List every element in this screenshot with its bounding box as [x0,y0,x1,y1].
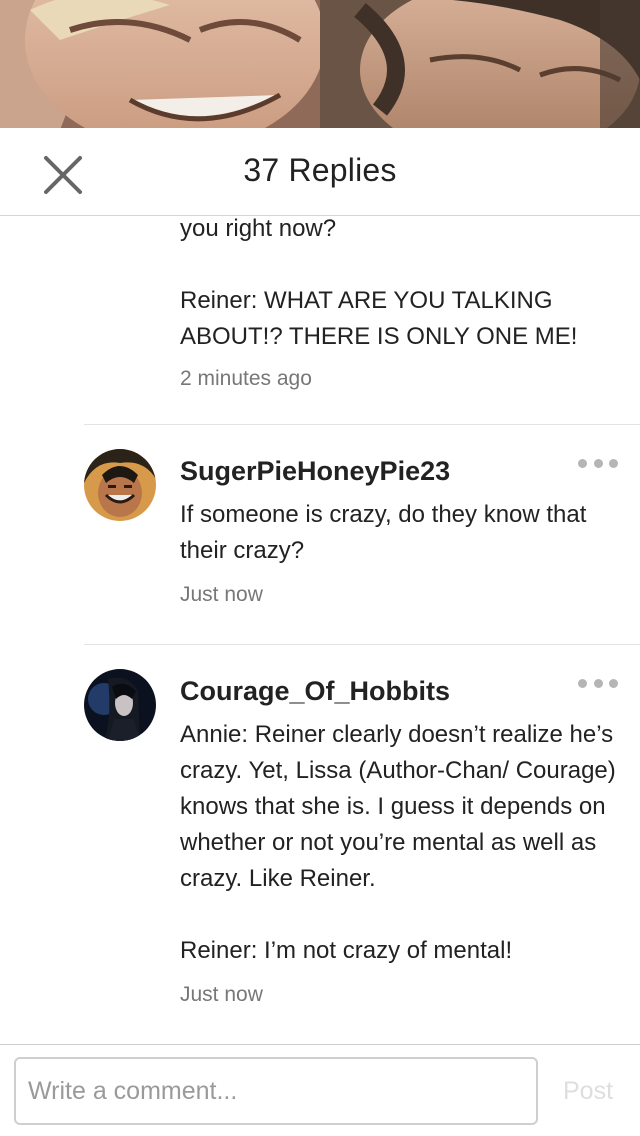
avatar[interactable] [84,669,156,741]
comment-body: If someone is crazy, do they know that t… [180,501,587,564]
comment-body: Annie: Reiner clearly doesn’t realize he… [180,721,616,964]
comment-body: you right now? Reiner: WHAT ARE YOU TALK… [180,217,578,350]
comment-item: Courage_Of_Hobbits Annie: Reiner clearly… [84,644,640,1045]
comment-username[interactable]: Courage_Of_Hobbits [180,669,620,713]
comment-timestamp: 2 minutes ago [180,367,312,390]
avatar[interactable] [84,449,156,521]
comment-input[interactable] [14,1057,538,1125]
replies-title: 37 Replies [243,152,397,188]
replies-header: 37 Replies [0,128,640,216]
more-options-button[interactable] [578,675,618,691]
comment-partial: you right now? Reiner: WHAT ARE YOU TALK… [180,217,620,391]
replies-sheet: 37 Replies you right now? Reiner: WHAT A… [0,128,640,1136]
more-options-icon [578,678,587,688]
post-cover-image [0,0,640,130]
replies-list[interactable]: you right now? Reiner: WHAT ARE YOU TALK… [0,217,640,1045]
comment-timestamp: Just now [180,583,263,606]
more-options-icon [578,458,587,468]
comment-composer: Post [0,1044,640,1136]
comment-timestamp: Just now [180,983,263,1006]
comment-username[interactable]: SugerPieHoneyPie23 [180,449,620,493]
post-button[interactable]: Post [548,1057,628,1125]
comment-item: SugerPieHoneyPie23 If someone is crazy, … [84,424,640,644]
more-options-button[interactable] [578,455,618,471]
